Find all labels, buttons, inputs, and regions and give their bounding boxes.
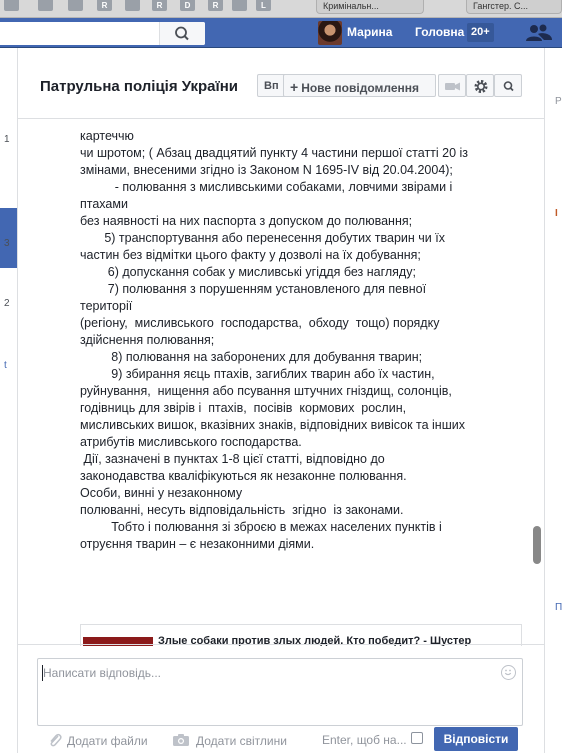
bookmark-favicon[interactable]: R [152, 0, 167, 11]
paperclip-icon [50, 733, 62, 747]
settings-button[interactable] [466, 74, 494, 97]
list-fragment: 3 [4, 238, 10, 249]
message-line: 7) полювання з порушенням установленого … [80, 282, 430, 313]
message-line: без наявності на них паспорта з допуском… [80, 214, 413, 228]
composer-divider [18, 644, 544, 645]
link-preview-card[interactable]: Злые собаки против злых людей. Кто побед… [80, 624, 522, 646]
emoji-icon[interactable] [501, 665, 516, 680]
enter-to-send-label: Enter, щоб на... [322, 733, 407, 747]
message-line: 9) збирання яєць птахів, загиблих тварин… [80, 367, 435, 381]
top-navigation-bar: Марина Головна 20+ [0, 18, 562, 48]
page-title: Патрульна поліція України [40, 78, 239, 95]
message-line: мисливських вишок, вказівних знаків, від… [80, 418, 465, 432]
info-fragment: П [555, 602, 562, 613]
reply-input[interactable]: Написати відповідь... [37, 658, 523, 726]
add-photos-label: Додати світлини [196, 734, 287, 748]
search-conversation-button[interactable] [494, 74, 522, 97]
avatar[interactable] [318, 21, 342, 45]
camera-icon [173, 734, 189, 746]
message-line: атрибутів мисливського господарства. [80, 435, 302, 449]
send-reply-button[interactable]: Відповісти [434, 727, 518, 751]
bookmark-favicon[interactable]: D [180, 0, 195, 11]
message-line: Особи, винні у незаконному [80, 486, 243, 500]
message-line: руйнування, нищення або псування штучних… [80, 384, 452, 398]
bookmark-favicon[interactable] [4, 0, 19, 11]
search-input[interactable] [0, 22, 205, 45]
message-line: Дії, зазначені в пунктах 1-8 цієї статті… [80, 452, 385, 466]
browser-tab[interactable]: Кримінальн... [316, 0, 424, 14]
message-body: картеччю чи шротом; ( Абзац двадцятий пу… [80, 128, 480, 553]
friends-icon[interactable] [525, 24, 553, 42]
scrollbar-thumb[interactable] [533, 526, 541, 564]
info-fragment: P [555, 96, 562, 107]
browser-tab[interactable]: Гангстер. С... [466, 0, 562, 14]
info-column-edge: P I П [544, 48, 562, 753]
search-icon [503, 81, 514, 92]
bookmark-favicon[interactable]: L [256, 0, 271, 11]
message-line: - полювання з мисливськими собаками, лов… [80, 180, 456, 211]
plus-icon: + [290, 79, 299, 95]
bookmark-favicon[interactable]: R [208, 0, 223, 11]
bookmark-favicon[interactable] [232, 0, 247, 11]
notification-count-badge: 20+ [467, 23, 494, 42]
bookmark-favicon[interactable] [68, 0, 83, 11]
list-fragment: t [4, 360, 7, 371]
browser-tab-strip: R R D R L Кримінальн... Гангстер. С... [0, 0, 562, 18]
video-call-button[interactable] [438, 74, 466, 97]
message-line: полюванні, несуть відповідальність згідн… [80, 503, 404, 517]
info-fragment: I [555, 208, 558, 219]
message-thread-panel: Патрульна поліція України Вп + Нове повід… [18, 48, 544, 753]
gear-icon [474, 80, 488, 93]
message-line: законодавства кваліфікуються як незаконн… [80, 469, 407, 483]
bookmark-favicon[interactable]: R [97, 0, 112, 11]
message-line: 6) допускання собак у мисливські угіддя … [80, 265, 416, 279]
video-camera-icon [445, 82, 460, 91]
message-line: картеччю [80, 129, 134, 143]
enter-to-send-checkbox[interactable] [411, 732, 423, 744]
list-fragment: 2 [4, 298, 10, 309]
message-line: 8) полювання на заборонених для добуванн… [80, 350, 423, 364]
message-line: отруєння тварин – є незаконними діями. [80, 537, 315, 551]
header-divider [18, 118, 544, 119]
message-line: здійснення полювання; [80, 333, 215, 347]
message-line: змінами, внесеними згідно із Законом N 1… [80, 163, 453, 177]
message-line: (регіону, мисливського господарства, обх… [80, 316, 440, 330]
message-line: чи шротом; ( Абзац двадцятий пункту 4 ча… [80, 146, 469, 160]
home-link[interactable]: Головна [415, 25, 464, 39]
add-photos-button[interactable]: Додати світлини [172, 733, 287, 748]
message-line: годівниць для звірів і птахів, посівів к… [80, 401, 407, 415]
bookmark-favicon[interactable] [125, 0, 140, 11]
message-line: Тобто і полювання зі зброєю в межах насе… [80, 520, 442, 534]
message-line: частин без відмітки цього факту у дозвол… [80, 248, 421, 262]
profile-link[interactable]: Марина [347, 25, 392, 39]
add-files-label: Додати файли [67, 734, 148, 748]
list-fragment: 4 [4, 178, 10, 189]
list-fragment: 1 [4, 134, 10, 145]
reply-placeholder: Написати відповідь... [43, 666, 161, 680]
add-files-button[interactable]: Додати файли [47, 733, 148, 748]
new-message-label: Нове повідомлення [301, 81, 420, 95]
search-button[interactable] [159, 22, 205, 45]
message-line: 5) транспортування або перенесення добут… [80, 231, 445, 245]
conversation-list-edge: 1 4 3 2 t [0, 48, 18, 753]
new-message-button[interactable]: + Нове повідомлення [283, 74, 436, 97]
bookmark-favicon[interactable] [38, 0, 53, 11]
search-icon [175, 26, 189, 41]
